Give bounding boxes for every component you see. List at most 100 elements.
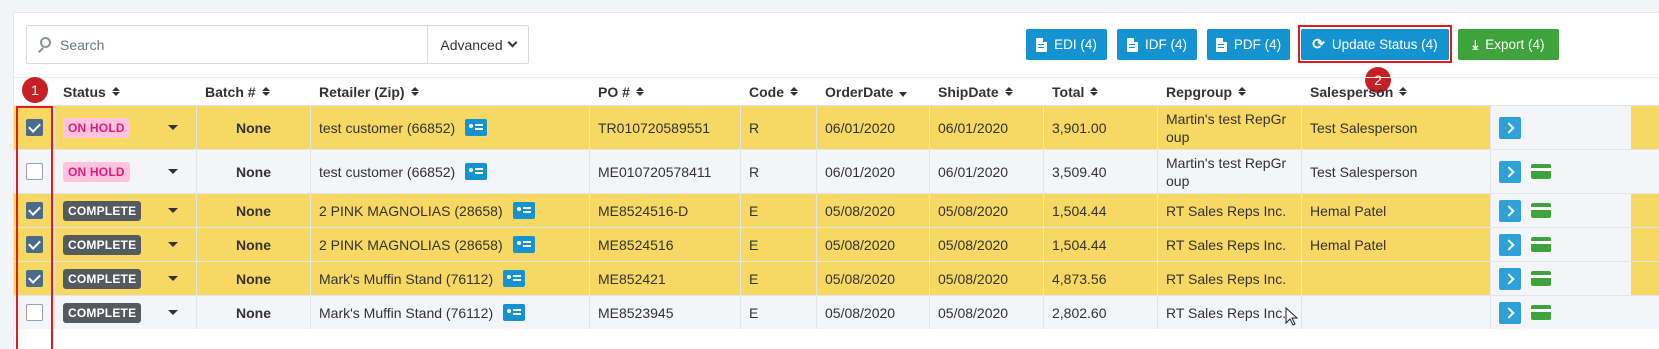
- sort-icon: [635, 87, 644, 96]
- status-badge: ON HOLD: [63, 161, 130, 182]
- total-cell: 2,802.60: [1044, 296, 1158, 329]
- customer-card-icon[interactable]: [465, 163, 488, 180]
- header-retailer[interactable]: Retailer (Zip): [311, 78, 590, 105]
- edi-label: EDI (4): [1054, 37, 1097, 52]
- pdf-button[interactable]: PDF (4): [1207, 29, 1290, 60]
- header-batch[interactable]: Batch #: [197, 78, 311, 105]
- credit-card-icon[interactable]: [1531, 271, 1551, 286]
- header-code[interactable]: Code: [741, 78, 817, 105]
- table-header: Status Batch # Retailer (Zip) PO # Code …: [14, 77, 1659, 105]
- table-row[interactable]: COMPLETE None 2 PINK MAGNOLIAS (28658) M…: [14, 193, 1659, 227]
- sort-icon: [410, 87, 419, 96]
- table-body: ON HOLD None test customer (66852) TR010…: [14, 105, 1659, 329]
- header-ship-date[interactable]: ShipDate: [930, 78, 1044, 105]
- repgroup-cell: Martin's test RepGr oup: [1158, 106, 1302, 149]
- ship-date-cell: 05/08/2020: [930, 262, 1044, 295]
- repgroup-cell: Martin's test RepGr oup: [1158, 150, 1302, 193]
- customer-card-icon[interactable]: [512, 202, 535, 219]
- search-input[interactable]: [52, 26, 427, 63]
- chevron-right-icon[interactable]: [1499, 116, 1521, 139]
- status-cell: ON HOLD: [55, 106, 197, 149]
- retailer-link[interactable]: 2 PINK MAGNOLIAS (28658): [319, 237, 503, 253]
- annotation-badge-1: 1: [22, 77, 48, 103]
- credit-card-icon[interactable]: [1531, 164, 1551, 179]
- status-dropdown-caret-icon[interactable]: [168, 276, 178, 281]
- code-cell: R: [741, 150, 817, 193]
- retailer-cell: 2 PINK MAGNOLIAS (28658): [311, 194, 590, 227]
- sort-icon: [1004, 87, 1013, 96]
- chevron-right-icon[interactable]: [1499, 267, 1521, 290]
- credit-card-icon[interactable]: [1531, 203, 1551, 218]
- ship-date-cell: 05/08/2020: [930, 194, 1044, 227]
- batch-cell: None: [197, 194, 311, 227]
- ship-date-cell: 05/08/2020: [930, 228, 1044, 261]
- code-cell: E: [741, 228, 817, 261]
- actions-cell: [1491, 296, 1631, 329]
- status-badge: COMPLETE: [63, 268, 142, 289]
- chevron-right-icon[interactable]: [1499, 160, 1521, 183]
- header-total[interactable]: Total: [1044, 78, 1158, 105]
- customer-card-icon[interactable]: [512, 236, 535, 253]
- customer-card-icon[interactable]: [465, 119, 488, 136]
- export-button[interactable]: ⤓ Export (4): [1458, 29, 1559, 60]
- retailer-link[interactable]: test customer (66852): [319, 120, 455, 136]
- credit-card-icon[interactable]: [1531, 305, 1551, 320]
- chevron-right-icon[interactable]: [1499, 199, 1521, 222]
- header-po[interactable]: PO #: [590, 78, 741, 105]
- table-row[interactable]: COMPLETE None Mark's Muffin Stand (76112…: [14, 295, 1659, 329]
- retailer-link[interactable]: Mark's Muffin Stand (76112): [319, 305, 493, 321]
- chevron-right-icon[interactable]: [1499, 301, 1521, 324]
- header-status-label: Status: [63, 83, 106, 100]
- status-dropdown-caret-icon[interactable]: [168, 208, 178, 213]
- header-order-date-label: OrderDate: [825, 83, 894, 100]
- header-repgroup[interactable]: Repgroup: [1158, 78, 1302, 105]
- ship-date-cell: 06/01/2020: [930, 106, 1044, 149]
- update-status-highlight: [1298, 25, 1452, 63]
- po-cell: ME8524516-D: [590, 194, 741, 227]
- status-badge: COMPLETE: [63, 302, 142, 323]
- retailer-link[interactable]: test customer (66852): [319, 164, 455, 180]
- status-dropdown-caret-icon[interactable]: [168, 125, 178, 130]
- order-date-cell: 05/08/2020: [817, 228, 930, 261]
- actions-cell: [1491, 194, 1631, 227]
- document-icon: [1036, 37, 1048, 52]
- advanced-search-dropdown[interactable]: Advanced: [427, 26, 528, 63]
- total-cell: 1,504.44: [1044, 228, 1158, 261]
- retailer-cell: 2 PINK MAGNOLIAS (28658): [311, 228, 590, 261]
- sort-icon: [261, 87, 270, 96]
- header-retailer-label: Retailer (Zip): [319, 83, 405, 100]
- po-cell: ME852421: [590, 262, 741, 295]
- table-row[interactable]: ON HOLD None test customer (66852) ME010…: [14, 149, 1659, 193]
- actions-cell: [1491, 228, 1631, 261]
- edi-button[interactable]: EDI (4): [1026, 29, 1107, 60]
- status-dropdown-caret-icon[interactable]: [168, 242, 178, 247]
- customer-card-icon[interactable]: [503, 304, 526, 321]
- order-date-cell: 06/01/2020: [817, 106, 930, 149]
- total-cell: 3,509.40: [1044, 150, 1158, 193]
- search-icon: [36, 36, 52, 53]
- export-label: Export (4): [1485, 37, 1545, 52]
- batch-cell: None: [197, 150, 311, 193]
- idf-label: IDF (4): [1145, 37, 1187, 52]
- status-dropdown-caret-icon[interactable]: [168, 310, 178, 315]
- sort-icon: [790, 87, 798, 96]
- orders-panel: Advanced EDI (4) IDF (4) PDF (4) ⟳ Updat…: [13, 12, 1659, 349]
- chevron-right-icon[interactable]: [1499, 233, 1521, 256]
- sort-icon: [1090, 87, 1099, 96]
- customer-card-icon[interactable]: [503, 270, 526, 287]
- credit-card-icon[interactable]: [1531, 237, 1551, 252]
- table-row[interactable]: ON HOLD None test customer (66852) TR010…: [14, 105, 1659, 149]
- header-order-date[interactable]: OrderDate: [817, 78, 930, 105]
- header-actions: [1491, 78, 1631, 105]
- idf-button[interactable]: IDF (4): [1117, 29, 1197, 60]
- table-row[interactable]: COMPLETE None 2 PINK MAGNOLIAS (28658) M…: [14, 227, 1659, 261]
- retailer-link[interactable]: Mark's Muffin Stand (76112): [319, 271, 493, 287]
- repgroup-cell: RT Sales Reps Inc.: [1158, 228, 1302, 261]
- status-dropdown-caret-icon[interactable]: [168, 169, 178, 174]
- retailer-cell: test customer (66852): [311, 150, 590, 193]
- header-salesperson[interactable]: Salesperson: [1302, 78, 1491, 105]
- retailer-link[interactable]: 2 PINK MAGNOLIAS (28658): [319, 203, 503, 219]
- header-status[interactable]: Status: [55, 78, 197, 105]
- table-row[interactable]: COMPLETE None Mark's Muffin Stand (76112…: [14, 261, 1659, 295]
- po-cell: ME010720578411: [590, 150, 741, 193]
